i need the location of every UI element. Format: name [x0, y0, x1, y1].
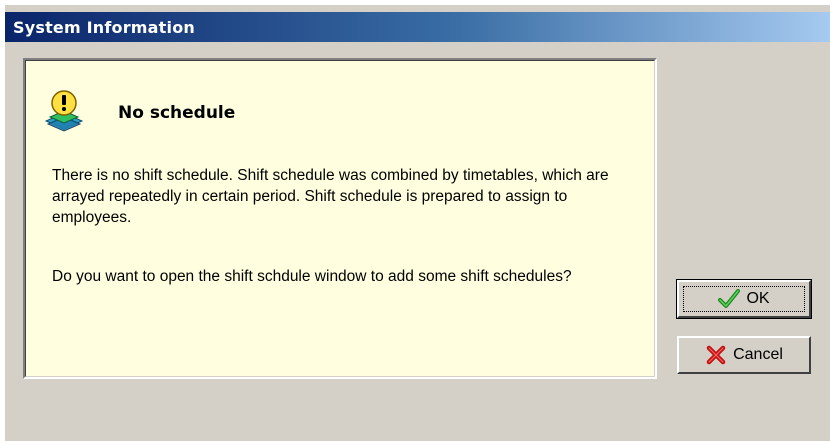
message-panel: No schedule There is no shift schedule. …	[23, 58, 657, 379]
message-heading: No schedule	[118, 103, 236, 123]
message-paragraph-1: There is no shift schedule. Shift schedu…	[52, 167, 609, 226]
dialog-window: System Information No schedule There is …	[5, 5, 830, 441]
cancel-button[interactable]: Cancel	[677, 336, 811, 374]
message-panel-inner: No schedule There is no shift schedule. …	[25, 60, 655, 377]
message-paragraph-2: Do you want to open the shift schdule wi…	[52, 268, 572, 285]
focus-rectangle	[683, 286, 805, 312]
ok-button[interactable]: OK	[676, 279, 812, 319]
warning-exclamation-icon	[44, 90, 84, 132]
x-cross-icon	[706, 345, 726, 365]
cancel-button-label: Cancel	[733, 346, 783, 363]
window-title: System Information	[13, 18, 195, 37]
title-bar[interactable]: System Information	[5, 12, 830, 42]
